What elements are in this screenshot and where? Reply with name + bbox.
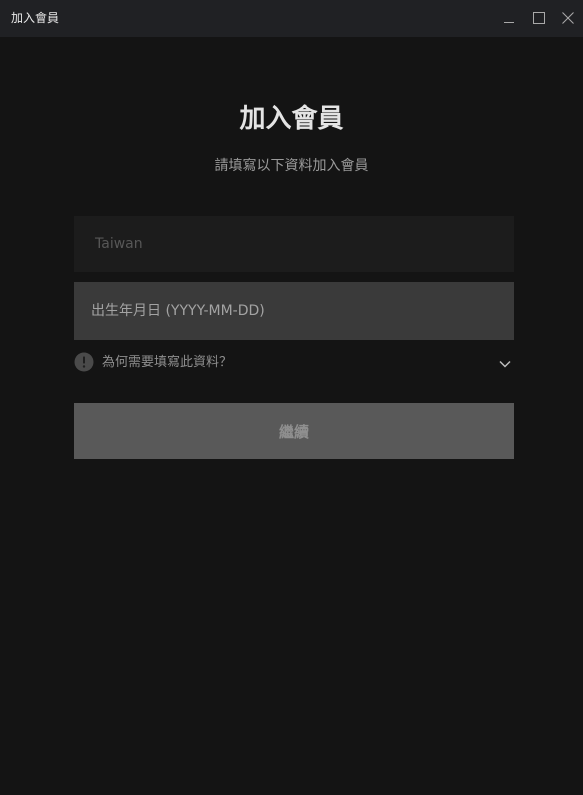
country-value: Taiwan (95, 236, 143, 252)
country-field: Taiwan (74, 216, 514, 272)
birthdate-field[interactable] (74, 282, 514, 340)
minimize-button[interactable] (496, 5, 522, 31)
why-info-toggle[interactable]: 為何需要填寫此資料？ (74, 352, 514, 374)
window-titlebar: 加入會員 (0, 0, 583, 37)
close-icon (555, 5, 581, 31)
page-title: 加入會員 (239, 104, 344, 134)
window-title: 加入會員 (11, 11, 60, 25)
maximize-icon (526, 5, 552, 31)
page-subtitle: 請填寫以下資料加入會員 (214, 158, 369, 174)
continue-button[interactable]: 繼續 (74, 403, 514, 459)
maximize-button[interactable] (526, 5, 552, 31)
info-icon (74, 352, 94, 372)
chevron-down-icon (498, 356, 512, 370)
why-info-label: 為何需要填寫此資料？ (102, 355, 233, 370)
minimize-icon (496, 5, 522, 31)
close-button[interactable] (555, 5, 581, 31)
